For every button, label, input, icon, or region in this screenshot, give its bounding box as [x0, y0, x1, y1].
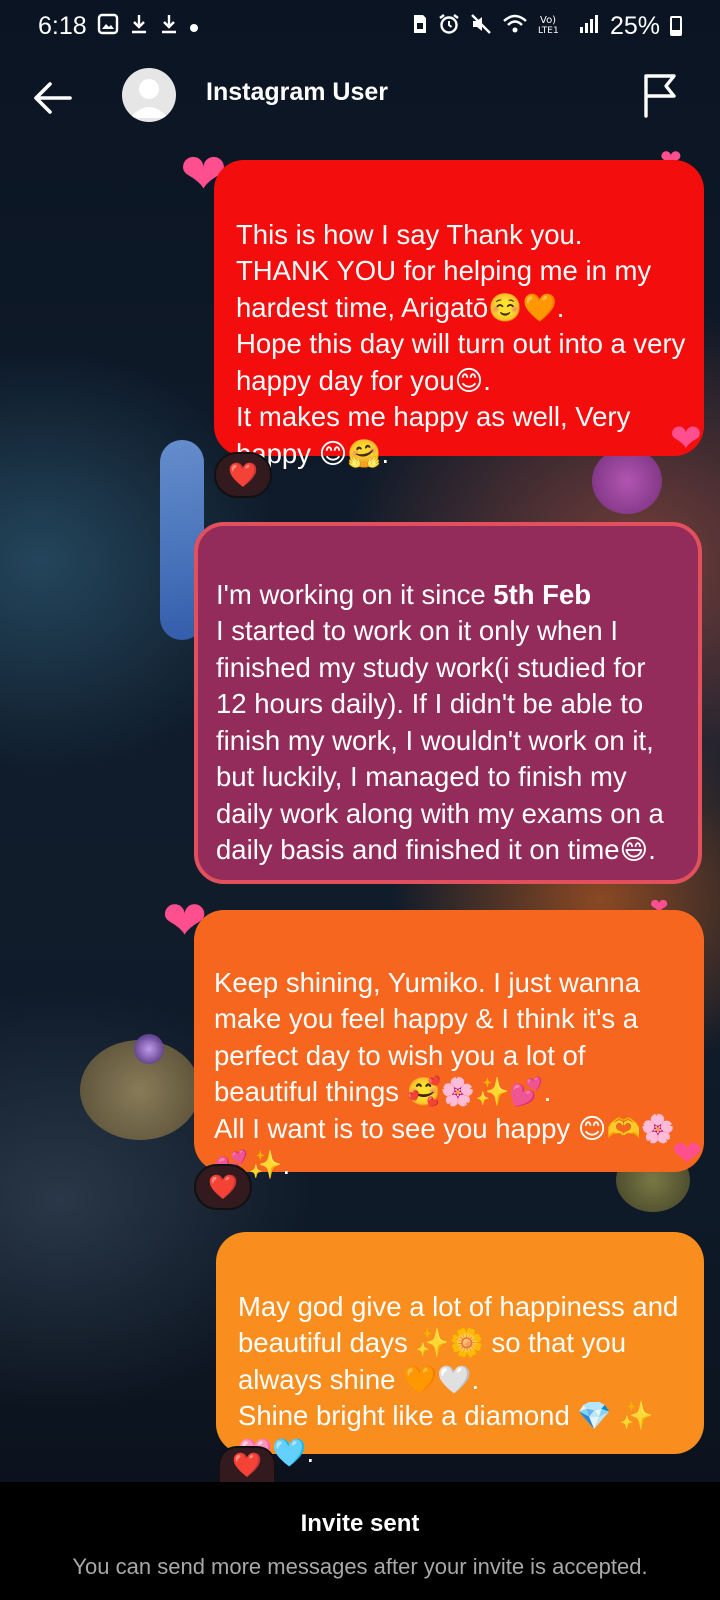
user-icon	[130, 79, 168, 118]
battery-percent: 25%	[609, 11, 660, 40]
avatar[interactable]	[122, 68, 176, 122]
battery-icon	[670, 16, 682, 36]
message-bubble[interactable]: Keep shining, Yumiko. I just wanna make …	[194, 910, 704, 1180]
download-icon	[159, 13, 179, 39]
message-text-bold: 5th Feb	[493, 578, 592, 610]
chat-header: Instagram User	[0, 52, 720, 144]
status-bar-right: Vo) LTE1 25%	[412, 12, 682, 41]
heart-decoration: ❤	[670, 418, 702, 460]
back-button[interactable]	[30, 78, 74, 118]
invite-status-title: Invite sent	[300, 1510, 420, 1537]
status-time: 6:18	[38, 11, 87, 40]
flag-icon	[644, 74, 676, 118]
svg-text:Vo): Vo)	[540, 15, 556, 26]
signal-icon	[578, 13, 600, 39]
invite-status-subtitle: You can send more messages after your in…	[72, 1554, 648, 1579]
invite-footer: Invite sent You can send more messages a…	[0, 1482, 720, 1600]
dot-icon	[189, 15, 199, 37]
message-bubble[interactable]: May god give a lot of happiness and beau…	[216, 1232, 704, 1468]
status-bar-left: 6:18	[38, 12, 199, 41]
message-text: I started to work on it only when I fini…	[216, 615, 664, 865]
heart-icon: ❤️	[232, 1451, 262, 1479]
download-icon	[129, 13, 149, 39]
mute-icon	[470, 13, 492, 39]
message-text-prefix: I'm working on it since	[216, 578, 494, 610]
report-flag-button[interactable]	[638, 72, 682, 120]
heart-icon: ❤️	[208, 1173, 238, 1201]
message-reaction[interactable]: ❤️	[214, 452, 272, 498]
character-sticker-orb	[134, 1034, 164, 1064]
message-reaction[interactable]: ❤️	[218, 1446, 276, 1484]
alarm-icon	[438, 13, 460, 39]
message-text: May god give a lot of happiness and beau…	[238, 1290, 679, 1468]
svg-text:LTE1: LTE1	[538, 26, 559, 35]
sim-icon	[412, 13, 428, 39]
heart-decoration: ❤	[672, 1133, 703, 1174]
message-text: Keep shining, Yumiko. I just wanna make …	[214, 966, 675, 1181]
message-bubble[interactable]: This is how I say Thank you. THANK YOU f…	[214, 160, 704, 469]
wifi-icon	[502, 13, 528, 39]
volte-icon: Vo) LTE1	[538, 13, 568, 39]
status-bar: 6:18 Vo) LTE1 25%	[0, 0, 720, 52]
image-icon	[97, 13, 119, 39]
message-bubble[interactable]: I'm working on it since 5th Feb I starte…	[194, 522, 702, 884]
message-text: This is how I say Thank you. THANK YOU f…	[236, 218, 686, 469]
message-reaction[interactable]: ❤️	[194, 1164, 252, 1210]
chat-title[interactable]: Instagram User	[206, 78, 388, 107]
arrow-left-icon	[34, 82, 72, 114]
character-sticker-purple	[592, 448, 662, 514]
heart-icon: ❤️	[228, 461, 258, 489]
